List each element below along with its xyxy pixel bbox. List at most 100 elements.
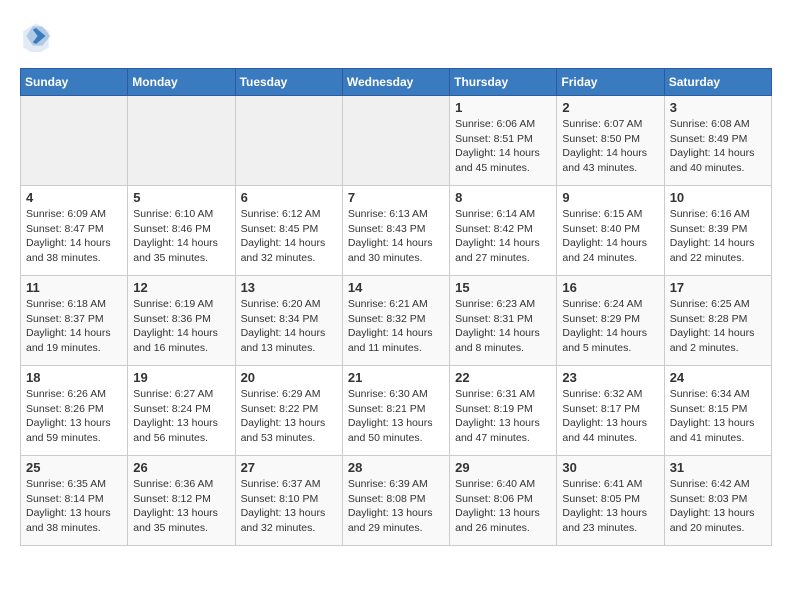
day-info: Sunrise: 6:13 AMSunset: 8:43 PMDaylight:… xyxy=(348,207,444,266)
day-cell-8: 8 Sunrise: 6:14 AMSunset: 8:42 PMDaylight… xyxy=(450,186,557,276)
day-number: 17 xyxy=(670,280,766,295)
day-number: 16 xyxy=(562,280,658,295)
day-info: Sunrise: 6:20 AMSunset: 8:34 PMDaylight:… xyxy=(241,297,337,356)
day-number: 10 xyxy=(670,190,766,205)
day-info: Sunrise: 6:23 AMSunset: 8:31 PMDaylight:… xyxy=(455,297,551,356)
day-cell-29: 29 Sunrise: 6:40 AMSunset: 8:06 PMDayligh… xyxy=(450,456,557,546)
day-cell-12: 12 Sunrise: 6:19 AMSunset: 8:36 PMDayligh… xyxy=(128,276,235,366)
day-number: 28 xyxy=(348,460,444,475)
day-info: Sunrise: 6:15 AMSunset: 8:40 PMDaylight:… xyxy=(562,207,658,266)
day-cell-31: 31Sunrise: 6:42 AMSunset: 8:03 PMDayligh… xyxy=(664,456,771,546)
day-header-saturday: Saturday xyxy=(664,69,771,96)
day-number: 9 xyxy=(562,190,658,205)
day-cell-21: 21 Sunrise: 6:30 AMSunset: 8:21 PMDayligh… xyxy=(342,366,449,456)
day-cell-3: 3 Sunrise: 6:08 AMSunset: 8:49 PMDaylight… xyxy=(664,96,771,186)
logo xyxy=(20,20,56,52)
day-cell-16: 16 Sunrise: 6:24 AMSunset: 8:29 PMDayligh… xyxy=(557,276,664,366)
header-row: SundayMondayTuesdayWednesdayThursdayFrid… xyxy=(21,69,772,96)
day-info: Sunrise: 6:12 AMSunset: 8:45 PMDaylight:… xyxy=(241,207,337,266)
day-cell-27: 27 Sunrise: 6:37 AMSunset: 8:10 PMDayligh… xyxy=(235,456,342,546)
empty-cell xyxy=(235,96,342,186)
day-info: Sunrise: 6:31 AMSunset: 8:19 PMDaylight:… xyxy=(455,387,551,446)
day-cell-30: 30Sunrise: 6:41 AMSunset: 8:05 PMDayligh… xyxy=(557,456,664,546)
calendar-body: 1 Sunrise: 6:06 AMSunset: 8:51 PMDaylight… xyxy=(21,96,772,546)
day-cell-2: 2 Sunrise: 6:07 AMSunset: 8:50 PMDaylight… xyxy=(557,96,664,186)
day-info: Sunrise: 6:08 AMSunset: 8:49 PMDaylight:… xyxy=(670,117,766,176)
day-cell-9: 9 Sunrise: 6:15 AMSunset: 8:40 PMDaylight… xyxy=(557,186,664,276)
day-number: 13 xyxy=(241,280,337,295)
day-cell-18: 18Sunrise: 6:26 AMSunset: 8:26 PMDayligh… xyxy=(21,366,128,456)
day-number: 25 xyxy=(26,460,122,475)
week-row-5: 25 Sunrise: 6:35 AMSunset: 8:14 PMDayligh… xyxy=(21,456,772,546)
day-header-tuesday: Tuesday xyxy=(235,69,342,96)
day-number: 15 xyxy=(455,280,551,295)
empty-cell xyxy=(342,96,449,186)
logo-icon xyxy=(20,20,52,52)
day-info: Sunrise: 6:37 AMSunset: 8:10 PMDaylight:… xyxy=(241,477,337,536)
day-info: Sunrise: 6:10 AMSunset: 8:46 PMDaylight:… xyxy=(133,207,229,266)
day-number: 4 xyxy=(26,190,122,205)
day-number: 5 xyxy=(133,190,229,205)
day-info: Sunrise: 6:24 AMSunset: 8:29 PMDaylight:… xyxy=(562,297,658,356)
day-number: 14 xyxy=(348,280,444,295)
day-info: Sunrise: 6:34 AMSunset: 8:15 PMDaylight:… xyxy=(670,387,766,446)
day-cell-23: 23 Sunrise: 6:32 AMSunset: 8:17 PMDayligh… xyxy=(557,366,664,456)
day-number: 12 xyxy=(133,280,229,295)
empty-cell xyxy=(21,96,128,186)
day-info: Sunrise: 6:39 AMSunset: 8:08 PMDaylight:… xyxy=(348,477,444,536)
day-cell-1: 1 Sunrise: 6:06 AMSunset: 8:51 PMDaylight… xyxy=(450,96,557,186)
day-number: 7 xyxy=(348,190,444,205)
day-info: Sunrise: 6:41 AMSunset: 8:05 PMDaylight:… xyxy=(562,477,658,536)
day-number: 11 xyxy=(26,280,122,295)
day-info: Sunrise: 6:18 AMSunset: 8:37 PMDaylight:… xyxy=(26,297,122,356)
day-cell-10: 10Sunrise: 6:16 AMSunset: 8:39 PMDayligh… xyxy=(664,186,771,276)
day-number: 2 xyxy=(562,100,658,115)
day-info: Sunrise: 6:14 AMSunset: 8:42 PMDaylight:… xyxy=(455,207,551,266)
day-number: 20 xyxy=(241,370,337,385)
day-number: 8 xyxy=(455,190,551,205)
day-cell-6: 6Sunrise: 6:12 AMSunset: 8:45 PMDaylight… xyxy=(235,186,342,276)
week-row-4: 18Sunrise: 6:26 AMSunset: 8:26 PMDayligh… xyxy=(21,366,772,456)
day-cell-13: 13 Sunrise: 6:20 AMSunset: 8:34 PMDayligh… xyxy=(235,276,342,366)
day-number: 1 xyxy=(455,100,551,115)
day-number: 21 xyxy=(348,370,444,385)
day-info: Sunrise: 6:27 AMSunset: 8:24 PMDaylight:… xyxy=(133,387,229,446)
header xyxy=(20,20,772,52)
day-header-sunday: Sunday xyxy=(21,69,128,96)
day-number: 23 xyxy=(562,370,658,385)
empty-cell xyxy=(128,96,235,186)
day-info: Sunrise: 6:42 AMSunset: 8:03 PMDaylight:… xyxy=(670,477,766,536)
day-cell-28: 28 Sunrise: 6:39 AMSunset: 8:08 PMDayligh… xyxy=(342,456,449,546)
day-cell-22: 22 Sunrise: 6:31 AMSunset: 8:19 PMDayligh… xyxy=(450,366,557,456)
day-cell-7: 7 Sunrise: 6:13 AMSunset: 8:43 PMDaylight… xyxy=(342,186,449,276)
day-cell-11: 11 Sunrise: 6:18 AMSunset: 8:37 PMDayligh… xyxy=(21,276,128,366)
day-number: 24 xyxy=(670,370,766,385)
day-number: 3 xyxy=(670,100,766,115)
day-header-wednesday: Wednesday xyxy=(342,69,449,96)
day-cell-24: 24 Sunrise: 6:34 AMSunset: 8:15 PMDayligh… xyxy=(664,366,771,456)
day-info: Sunrise: 6:07 AMSunset: 8:50 PMDaylight:… xyxy=(562,117,658,176)
day-cell-25: 25 Sunrise: 6:35 AMSunset: 8:14 PMDayligh… xyxy=(21,456,128,546)
day-cell-14: 14Sunrise: 6:21 AMSunset: 8:32 PMDayligh… xyxy=(342,276,449,366)
day-info: Sunrise: 6:29 AMSunset: 8:22 PMDaylight:… xyxy=(241,387,337,446)
day-info: Sunrise: 6:09 AMSunset: 8:47 PMDaylight:… xyxy=(26,207,122,266)
day-info: Sunrise: 6:19 AMSunset: 8:36 PMDaylight:… xyxy=(133,297,229,356)
day-number: 22 xyxy=(455,370,551,385)
week-row-1: 1 Sunrise: 6:06 AMSunset: 8:51 PMDaylight… xyxy=(21,96,772,186)
day-number: 26 xyxy=(133,460,229,475)
day-info: Sunrise: 6:06 AMSunset: 8:51 PMDaylight:… xyxy=(455,117,551,176)
day-info: Sunrise: 6:35 AMSunset: 8:14 PMDaylight:… xyxy=(26,477,122,536)
day-info: Sunrise: 6:40 AMSunset: 8:06 PMDaylight:… xyxy=(455,477,551,536)
day-number: 27 xyxy=(241,460,337,475)
week-row-2: 4 Sunrise: 6:09 AMSunset: 8:47 PMDaylight… xyxy=(21,186,772,276)
day-header-friday: Friday xyxy=(557,69,664,96)
day-info: Sunrise: 6:26 AMSunset: 8:26 PMDaylight:… xyxy=(26,387,122,446)
day-number: 29 xyxy=(455,460,551,475)
calendar: SundayMondayTuesdayWednesdayThursdayFrid… xyxy=(20,68,772,546)
day-info: Sunrise: 6:32 AMSunset: 8:17 PMDaylight:… xyxy=(562,387,658,446)
day-info: Sunrise: 6:30 AMSunset: 8:21 PMDaylight:… xyxy=(348,387,444,446)
day-cell-19: 19 Sunrise: 6:27 AMSunset: 8:24 PMDayligh… xyxy=(128,366,235,456)
day-number: 19 xyxy=(133,370,229,385)
week-row-3: 11 Sunrise: 6:18 AMSunset: 8:37 PMDayligh… xyxy=(21,276,772,366)
calendar-header: SundayMondayTuesdayWednesdayThursdayFrid… xyxy=(21,69,772,96)
